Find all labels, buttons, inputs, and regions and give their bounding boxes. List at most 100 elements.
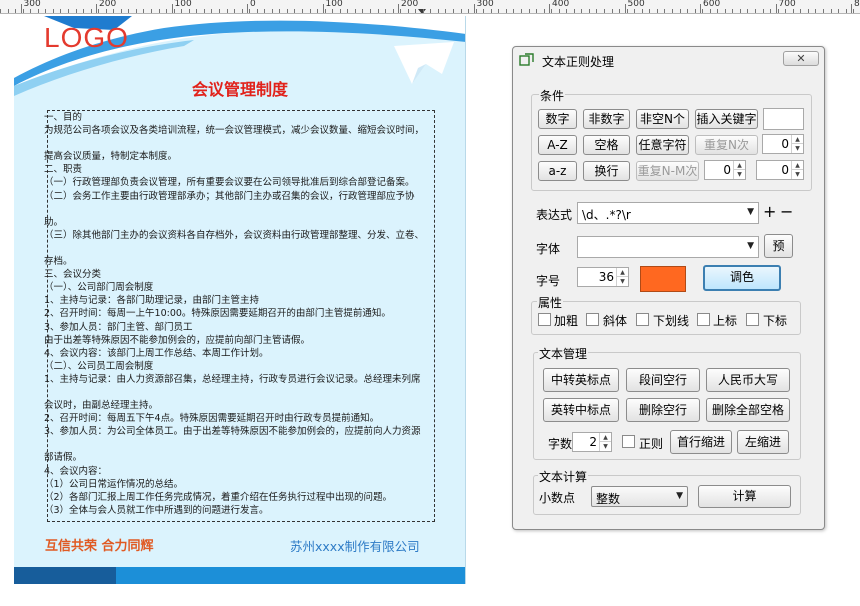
body-line: 存档。 (44, 256, 73, 268)
ruler-tick (37, 9, 39, 13)
decimal-select[interactable]: 整数 ▼ (591, 486, 688, 507)
ruler-tick (264, 9, 266, 13)
body-line: 会议时，由副总经理主持。 (44, 400, 159, 412)
spin-down-icon[interactable]: ▼ (791, 144, 803, 153)
delete-all-spaces-button[interactable]: 删除全部空格 (706, 398, 790, 422)
ruler-tick (664, 9, 666, 13)
ruler-tick (234, 9, 236, 13)
subscript-checkbox[interactable] (746, 313, 759, 326)
keyword-input[interactable] (763, 108, 804, 130)
repeat-n-button[interactable]: 重复N次 (695, 135, 758, 155)
ruler-tick (339, 9, 341, 13)
insert-keyword-button[interactable]: 插入关键字 (695, 109, 758, 129)
calculate-button[interactable]: 计算 (698, 485, 791, 508)
document-body[interactable]: 一、目的 为规范公司各项会议及各类培训流程，统一会议管理模式，减少会议数量、缩短会… (44, 111, 430, 517)
ruler-tick (513, 9, 515, 13)
remove-expression-button[interactable]: − (780, 202, 793, 221)
underline-checkbox[interactable] (636, 313, 649, 326)
conditions-label: 条件 (539, 87, 566, 104)
ruler-tick (158, 9, 160, 13)
body-line: 2、召开时间：每周五下午4点。特殊原因需要延期召开时由行政专员提前通知。 (44, 413, 380, 425)
lower-az-button[interactable]: a-z (538, 161, 577, 181)
italic-checkbox[interactable] (586, 313, 599, 326)
ruler-tick (113, 9, 115, 13)
ruler-major-tick (700, 4, 701, 13)
body-line: （3）全体与会人员就工作中所遇到的问题进行发言。 (44, 504, 269, 516)
body-line (44, 438, 430, 451)
non-digit-button[interactable]: 非数字 (583, 109, 630, 129)
left-indent-button[interactable]: 左缩进 (737, 430, 789, 454)
ruler-tick (687, 9, 689, 13)
spin-up-icon[interactable]: ▲ (733, 161, 745, 170)
ruler-tick (166, 9, 168, 13)
expression-combo[interactable]: \d、.*?\r ▼ (577, 202, 759, 224)
ruler-tick (528, 9, 530, 13)
adjust-color-button[interactable]: 调色 (703, 265, 781, 291)
newline-button[interactable]: 换行 (583, 161, 630, 181)
non-empty-n-button[interactable]: 非空N个 (636, 109, 689, 129)
paragraph-spacing-button[interactable]: 段间空行 (626, 368, 700, 392)
any-char-button[interactable]: 任意字符 (636, 135, 689, 155)
ruler-major-tick (322, 4, 324, 13)
repeat-m-spinner[interactable]: 0 ▲ ▼ (756, 160, 804, 180)
font-combo[interactable]: ▼ (577, 236, 759, 258)
regex-checkbox[interactable] (622, 435, 635, 448)
repeat-n-spinner[interactable]: 0 ▲ ▼ (762, 134, 804, 154)
bold-checkbox[interactable] (538, 313, 551, 326)
first-line-indent-button[interactable]: 首行缩进 (670, 430, 732, 454)
ruler-label: 500 (627, 0, 645, 9)
ruler-tick (498, 9, 500, 13)
to-english-punct-button[interactable]: 中转英标点 (543, 368, 619, 392)
decimal-value: 整数 (596, 492, 621, 506)
digit-button[interactable]: 数字 (538, 109, 577, 129)
chevron-down-icon: ▼ (747, 241, 754, 251)
close-button[interactable]: ✕ (783, 51, 819, 66)
spin-down-icon[interactable]: ▼ (599, 442, 611, 451)
add-expression-button[interactable]: + (763, 202, 776, 221)
ruler-tick (709, 9, 711, 13)
repeat-m-value: 0 (781, 163, 789, 177)
ruler-major-tick (247, 4, 248, 13)
preview-button[interactable]: 预 (764, 234, 793, 258)
to-chinese-punct-button[interactable]: 英转中标点 (543, 398, 619, 422)
space-button[interactable]: 空格 (583, 135, 630, 155)
ruler-tick (475, 9, 477, 13)
dialog-titlebar[interactable]: 文本正则处理 ✕ (513, 47, 824, 73)
body-line: 4、会议内容：该部门上周工作总结、本周工作计划。 (44, 347, 269, 359)
spin-up-icon[interactable]: ▲ (616, 268, 628, 277)
char-count-spinner[interactable]: 2 ▲ ▼ (572, 432, 612, 452)
color-swatch[interactable] (640, 266, 686, 292)
rmb-uppercase-button[interactable]: 人民币大写 (706, 368, 790, 392)
repeat-nm-button[interactable]: 重复N-M次 (636, 161, 699, 181)
ruler-major-tick (851, 4, 852, 13)
spin-down-icon[interactable]: ▼ (616, 277, 628, 286)
font-size-spinner[interactable]: 36 ▲ ▼ (577, 267, 629, 287)
dialog-title: 文本正则处理 (542, 55, 615, 69)
body-line: 部请假。 (44, 452, 83, 464)
ruler-tick (581, 9, 583, 13)
ruler-tick (694, 9, 696, 13)
delete-blank-lines-button[interactable]: 删除空行 (626, 398, 700, 422)
body-line: 3、参加人员：为公司全体员工。由于出差等特殊原因不能参加例会的，应提前向人力资源 (44, 426, 421, 438)
ruler-tick (128, 9, 130, 13)
ruler-tick (558, 9, 560, 13)
body-line: 提高会议质量，特制定本制度。 (44, 151, 178, 163)
ruler-major-tick (398, 4, 399, 13)
superscript-checkbox[interactable] (697, 313, 710, 326)
spin-up-icon[interactable]: ▲ (791, 161, 803, 170)
body-line: 为规范公司各项会议及各类培训流程，统一会议管理模式，减少会议数量、缩短会议时间， (44, 125, 425, 137)
body-line: 1、主持与记录：各部门助理记录，由部门主管主持 (44, 295, 260, 307)
spin-up-icon[interactable]: ▲ (791, 135, 803, 144)
upper-az-button[interactable]: A-Z (538, 135, 577, 155)
spin-up-icon[interactable]: ▲ (599, 433, 611, 442)
body-line: 2、召开时间：每周一上午10:00。特殊原因需要延期召开的由部门主管提前通知。 (44, 308, 391, 320)
spin-down-icon[interactable]: ▼ (791, 170, 803, 179)
decimal-label: 小数点 (539, 491, 576, 505)
ruler-tick (407, 9, 409, 13)
repeat-n1-spinner[interactable]: 0 ▲ ▼ (704, 160, 746, 180)
ruler-tick (415, 9, 417, 13)
ruler-tick (90, 9, 92, 13)
ruler-label: 100 (174, 0, 192, 9)
body-line: 二、职责 (44, 164, 83, 176)
spin-down-icon[interactable]: ▼ (733, 170, 745, 179)
